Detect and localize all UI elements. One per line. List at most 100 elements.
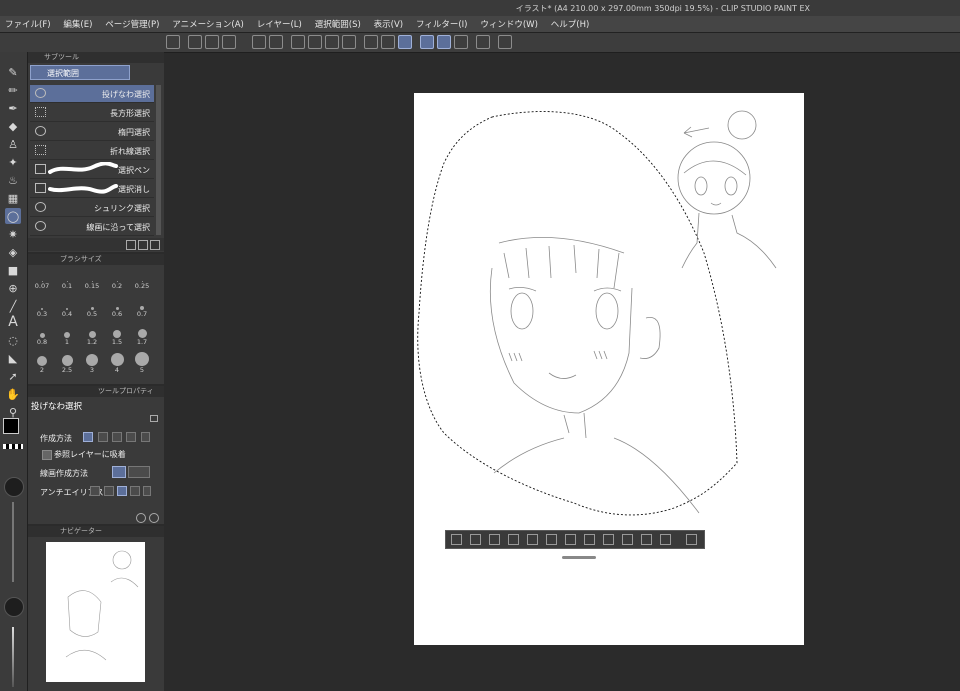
fill-tool-icon[interactable]: ◈ — [5, 244, 21, 260]
copy-subtool-icon[interactable] — [126, 240, 136, 250]
menu-window[interactable]: ウィンドウ(W) — [475, 16, 543, 32]
open-file-icon[interactable] — [205, 35, 219, 49]
brush-size-slider-knob[interactable] — [4, 477, 24, 497]
pencil-icon[interactable]: ✏ — [5, 82, 21, 98]
subtool-lineart[interactable]: 線画に沿って選択 — [30, 218, 154, 236]
brush-size-4[interactable]: 4 — [105, 352, 129, 378]
brush-size-0.2[interactable]: 0.2 — [105, 268, 129, 294]
brush-size-0.25[interactable]: 0.25 — [130, 268, 154, 294]
lock-icon[interactable] — [150, 415, 158, 422]
antialias-medium[interactable] — [117, 486, 127, 496]
subtool-ellipse[interactable]: 楕円選択 — [30, 123, 154, 141]
subtool-lasso[interactable]: 投げなわ選択 — [30, 85, 154, 103]
brush-size-0.07[interactable]: 0.07 — [30, 268, 54, 294]
menu-animation[interactable]: アニメーション(A) — [167, 16, 249, 32]
reset-icon[interactable] — [136, 513, 146, 523]
stamp-icon[interactable]: ♙ — [5, 136, 21, 152]
new-tone-icon[interactable] — [660, 534, 671, 545]
brush-size-0.5[interactable]: 0.5 — [80, 296, 104, 322]
shrink-icon[interactable] — [527, 534, 538, 545]
save-icon[interactable] — [222, 35, 236, 49]
opacity-slider-knob[interactable] — [4, 597, 24, 617]
intersect-selection-icon[interactable] — [126, 432, 136, 442]
deselect-icon[interactable] — [451, 534, 462, 545]
brush-size-0.7[interactable]: 0.7 — [130, 296, 154, 322]
subtool-polyline[interactable]: 折れ線選択 — [30, 142, 154, 160]
show-selection-icon[interactable] — [398, 35, 412, 49]
frame-icon[interactable]: ◣ — [5, 350, 21, 366]
antialias-strong[interactable] — [130, 486, 140, 496]
balloon-icon[interactable]: ◌ — [5, 332, 21, 348]
brush-size-0.6[interactable]: 0.6 — [105, 296, 129, 322]
lasso-tool-icon[interactable]: ◯ — [5, 208, 21, 224]
brush-size-2[interactable]: 2 — [30, 352, 54, 378]
brush-size-1.2[interactable]: 1.2 — [80, 324, 104, 350]
subtool-group-header[interactable]: 選択範囲 — [30, 65, 130, 80]
brush-size-1.5[interactable]: 1.5 — [105, 324, 129, 350]
gradient-icon[interactable]: ■ — [5, 262, 21, 278]
eraser-icon[interactable]: ◆ — [5, 118, 21, 134]
line-icon[interactable]: ╱ — [5, 298, 21, 314]
snap-special-ruler-icon[interactable] — [437, 35, 451, 49]
layer-icon[interactable] — [325, 35, 339, 49]
device-icon[interactable] — [476, 35, 490, 49]
search-icon[interactable] — [149, 513, 159, 523]
subtool-select-pen[interactable]: 選択ペン — [30, 161, 154, 179]
pattern-swatch[interactable] — [3, 444, 23, 449]
scale-rotate-icon[interactable] — [622, 534, 633, 545]
subtool-tab[interactable]: サブツール — [28, 52, 164, 63]
menu-file[interactable]: ファイル(F) — [0, 16, 56, 32]
subtool-rect[interactable]: 長方形選択 — [30, 104, 154, 122]
invert-select-icon[interactable] — [381, 35, 395, 49]
navigator-preview[interactable] — [46, 542, 145, 682]
snap-ruler-icon[interactable] — [420, 35, 434, 49]
pen-icon[interactable]: ✎ — [5, 64, 21, 80]
transform-icon[interactable] — [342, 35, 356, 49]
launcher-drag-handle[interactable] — [562, 556, 596, 559]
subtool-select-eraser[interactable]: 選択消し — [30, 180, 154, 198]
grid-icon[interactable]: ▦ — [5, 190, 21, 206]
undo-icon[interactable] — [252, 35, 266, 49]
auto-select-icon[interactable]: ✷ — [5, 226, 21, 242]
brush-size-1[interactable]: 1 — [55, 324, 79, 350]
settings-icon[interactable] — [498, 35, 512, 49]
brush-size-2.5[interactable]: 2.5 — [55, 352, 79, 378]
cut-paste-icon[interactable] — [584, 534, 595, 545]
antialias-dropdown[interactable] — [143, 486, 151, 496]
sparkle-icon[interactable]: ✦ — [5, 154, 21, 170]
redo-icon[interactable] — [269, 35, 283, 49]
new-selection-icon[interactable] — [83, 432, 93, 442]
brush-icon[interactable]: ✒ — [5, 100, 21, 116]
creation-method-dropdown[interactable] — [141, 432, 150, 442]
delete-subtool-icon[interactable] — [150, 240, 160, 250]
navigator-tab[interactable]: ナビゲーター — [28, 526, 164, 537]
brush-size-0.4[interactable]: 0.4 — [55, 296, 79, 322]
antialias-none[interactable] — [90, 486, 100, 496]
menu-view[interactable]: 表示(V) — [369, 16, 408, 32]
fill-selection-icon[interactable] — [641, 534, 652, 545]
menu-help[interactable]: ヘルプ(H) — [546, 16, 595, 32]
hand-icon[interactable]: ✋ — [5, 386, 21, 402]
menu-page[interactable]: ページ管理(P) — [100, 16, 164, 32]
clear-icon[interactable] — [291, 35, 305, 49]
deselect-icon[interactable] — [364, 35, 378, 49]
antialias-weak[interactable] — [104, 486, 114, 496]
clear-outside-icon[interactable] — [565, 534, 576, 545]
lineart-method-dropdown[interactable] — [128, 466, 150, 478]
menu-selection[interactable]: 選択範囲(S) — [310, 16, 366, 32]
brush-size-0.3[interactable]: 0.3 — [30, 296, 54, 322]
clip-selection-icon[interactable] — [470, 534, 481, 545]
brush-size-0.8[interactable]: 0.8 — [30, 324, 54, 350]
brush-size-0.15[interactable]: 0.15 — [80, 268, 104, 294]
snap-grid-icon[interactable] — [454, 35, 468, 49]
subtool-shrink[interactable]: シュリンク選択 — [30, 199, 154, 217]
menu-layer[interactable]: レイヤー(L) — [252, 16, 307, 32]
opacity-slider-track[interactable] — [12, 627, 14, 687]
clear-selection-icon[interactable] — [546, 534, 557, 545]
figure-icon[interactable]: ⊕ — [5, 280, 21, 296]
lineart-method-option-1[interactable] — [112, 466, 126, 478]
reference-layer-checkbox[interactable] — [42, 450, 52, 460]
operation-icon[interactable]: ➚ — [5, 368, 21, 384]
brush-size-tab[interactable]: ブラシサイズ — [28, 254, 164, 265]
expand-icon[interactable] — [508, 534, 519, 545]
